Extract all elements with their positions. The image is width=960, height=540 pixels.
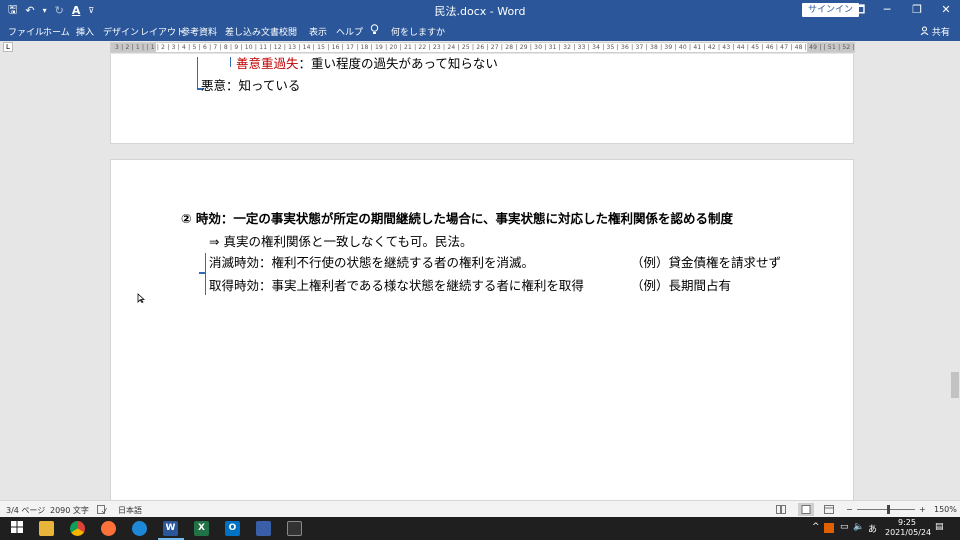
clock-date: 2021/05/24 <box>885 528 932 537</box>
person-icon <box>920 26 932 38</box>
ruler-numbers: 3 | 2 | 1 | | 1 | 2 | 3 | 4 | 5 | 6 | 7 … <box>115 44 855 51</box>
tab-mailings[interactable]: 差し込み文書 <box>225 25 279 38</box>
zoom-slider[interactable] <box>857 509 915 510</box>
maximize-button[interactable]: ❐ <box>902 1 932 19</box>
page-3[interactable]: 善意重過失：重い程度の過失があって知らない 悪意：知っている <box>110 54 854 144</box>
tell-me-label: 何をしますか <box>391 27 446 38</box>
page-count[interactable]: 3/4 ページ <box>6 505 45 516</box>
doc-example-extinctive[interactable]: （例）貸金債権を請求せず <box>631 252 781 271</box>
bracket-line <box>205 253 206 295</box>
share-button[interactable]: 共有 <box>920 25 950 38</box>
share-label: 共有 <box>931 28 950 38</box>
bracket-line <box>197 57 198 89</box>
doc-heading-prescription[interactable]: ② 時効：一定の事実状態が所定の期間継続した場合に、事実状態に対応した権利関係を… <box>181 208 733 227</box>
horizontal-ruler[interactable]: 3 | 2 | 1 | | 1 | 2 | 3 | 4 | 5 | 6 | 7 … <box>110 42 855 53</box>
excel-icon[interactable]: X <box>194 521 209 536</box>
bracket-tick <box>199 272 205 274</box>
word-icon[interactable]: W <box>163 521 178 536</box>
firefox-icon[interactable] <box>101 521 116 536</box>
notifications-icon[interactable]: ▤ <box>935 522 944 532</box>
mouse-cursor-icon <box>137 288 146 307</box>
edge-icon[interactable] <box>132 521 147 536</box>
outlook-icon[interactable]: O <box>225 521 240 536</box>
doc-line-acquisitive-prescription[interactable]: 取得時効：事実上権利者である様な状態を継続する者に権利を取得 <box>209 275 584 294</box>
minimize-button[interactable]: ─ <box>872 1 902 19</box>
tab-file[interactable]: ファイル <box>8 25 44 38</box>
vertical-scrollbar[interactable] <box>950 54 960 500</box>
zoom-level[interactable]: 150% <box>934 505 957 514</box>
tell-me-search[interactable]: 何をしますか <box>370 24 445 38</box>
zoom-in-button[interactable]: + <box>919 505 926 514</box>
page-4[interactable]: ② 時効：一定の事実状態が所定の期間継続した場合に、事実状態に対応した権利関係を… <box>110 159 854 500</box>
term-gross-negligence: 善意重過失 <box>236 56 299 71</box>
tab-selector[interactable]: L <box>3 42 13 52</box>
scrollbar-thumb[interactable] <box>951 372 959 398</box>
read-mode-icon[interactable] <box>776 505 786 516</box>
doc-line-note[interactable]: ⇒ 真実の権利関係と一致しなくても可。民法。 <box>209 231 472 250</box>
tray-app-icon[interactable] <box>824 523 834 533</box>
lightbulb-icon <box>370 24 379 38</box>
ribbon-display-options-button[interactable]: 🗖 <box>845 1 875 19</box>
network-icon[interactable]: ▭ <box>840 522 849 532</box>
doc-example-acquisitive[interactable]: （例）長期間占有 <box>631 275 731 294</box>
document-area[interactable]: 善意重過失：重い程度の過失があって知らない 悪意：知っている ② 時効：一定の事… <box>0 54 950 500</box>
close-button[interactable]: ✕ <box>931 1 960 19</box>
web-layout-icon[interactable] <box>824 505 834 516</box>
language-indicator[interactable]: 日本語 <box>118 505 142 516</box>
file-explorer-icon[interactable] <box>39 521 54 536</box>
status-bar: 3/4 ページ 2090 文字 日本語 − + 150% <box>0 500 960 517</box>
ruler-bar: L 3 | 2 | 1 | | 1 | 2 | 3 | 4 | 5 | 6 | … <box>0 41 960 54</box>
bracket-line <box>230 57 231 67</box>
tab-home[interactable]: ホーム <box>43 25 70 38</box>
ime-indicator[interactable]: あ <box>868 522 877 535</box>
gross-negligence-definition: ：重い程度の過失があって知らない <box>298 56 498 71</box>
tab-help[interactable]: ヘルプ <box>336 25 363 38</box>
doc-line-extinctive-prescription[interactable]: 消滅時効：権利不行使の状態を継続する者の権利を消滅。 <box>209 252 534 271</box>
taskbar: W X O ^ ▭ 🔈 あ 9:25 2021/05/24 ▤ <box>0 517 960 540</box>
doc-line-gross-negligence[interactable]: 善意重過失：重い程度の過失があって知らない <box>236 54 498 72</box>
windows-start-icon[interactable] <box>9 521 24 536</box>
clock[interactable]: 9:25 2021/05/24 <box>885 518 932 538</box>
tab-insert[interactable]: 挿入 <box>76 25 94 38</box>
zoom-slider-thumb[interactable] <box>887 505 890 514</box>
ribbon-tabs: ファイル ホーム 挿入 デザイン レイアウト 参考資料 差し込み文書 校閲 表示… <box>0 20 960 41</box>
tray-chevron-icon[interactable]: ^ <box>812 522 820 532</box>
monitor-app-icon[interactable] <box>256 521 271 536</box>
clock-time: 9:25 <box>898 518 916 527</box>
tab-design[interactable]: デザイン <box>103 25 139 38</box>
volume-icon[interactable]: 🔈 <box>853 522 864 532</box>
film-app-icon[interactable] <box>287 521 302 536</box>
chrome-icon[interactable] <box>70 521 85 536</box>
print-layout-icon[interactable] <box>798 503 814 516</box>
tab-view[interactable]: 表示 <box>309 25 327 38</box>
tab-references[interactable]: 参考資料 <box>181 25 217 38</box>
doc-line-bad-faith[interactable]: 悪意：知っている <box>201 75 300 94</box>
zoom-out-button[interactable]: − <box>846 505 853 514</box>
proofing-icon[interactable] <box>97 505 107 516</box>
word-count[interactable]: 2090 文字 <box>50 505 89 516</box>
tab-review[interactable]: 校閲 <box>279 25 297 38</box>
tab-layout[interactable]: レイアウト <box>140 25 185 38</box>
title-bar: 🖫 ↶ ▾ ↻ A ⊽ 民法.docx - Word サインイン 🗖 ─ ❐ ✕ <box>0 0 960 20</box>
